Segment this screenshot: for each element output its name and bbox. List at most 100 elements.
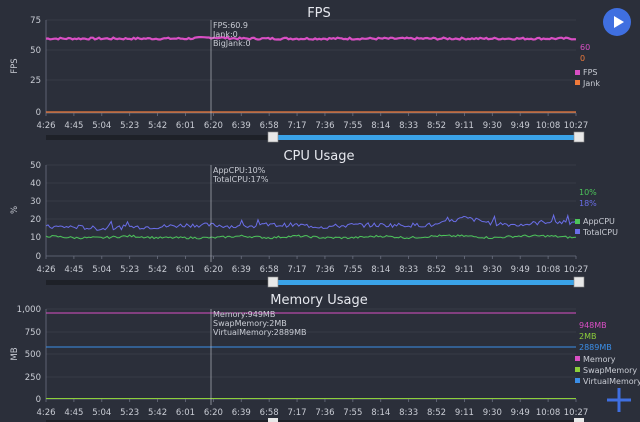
x-tick-label: 6:39 xyxy=(232,121,251,131)
memory-y-tick: 1,000 xyxy=(17,305,41,315)
x-tick-label: 10:08 xyxy=(536,121,561,131)
x-tick-label: 7:55 xyxy=(343,408,362,418)
x-tick-label: 7:17 xyxy=(288,121,307,131)
cpu-slider-handle-start[interactable] xyxy=(267,276,279,288)
x-tick-label: 7:36 xyxy=(315,408,334,418)
memory-slider-handle-start[interactable] xyxy=(268,418,278,422)
cpu-y-tick: 40 xyxy=(30,179,41,189)
x-tick-label: 10:08 xyxy=(536,265,561,275)
x-tick-label: 6:01 xyxy=(176,408,195,418)
x-tick-label: 5:23 xyxy=(120,121,139,131)
fps-tooltip-bigjank: BigJank:0 xyxy=(213,39,251,48)
cpu-slider-range[interactable] xyxy=(274,280,576,285)
x-tick-label: 6:58 xyxy=(260,265,279,275)
virtualmemory-current-value: 2889MB xyxy=(579,343,612,352)
cpu-y-tick: 30 xyxy=(30,197,41,207)
x-tick-label: 8:14 xyxy=(371,265,390,275)
memory-tooltip-swap: SwapMemory:2MB xyxy=(213,319,287,328)
x-tick-label: 6:58 xyxy=(260,121,279,131)
x-tick-label: 5:42 xyxy=(148,408,167,418)
x-tick-label: 5:23 xyxy=(120,408,139,418)
memory-y-tick: 750 xyxy=(25,328,41,338)
fps-tooltip-fps: FPS:60.9 xyxy=(213,21,248,30)
totalcpu-legend-swatch xyxy=(575,229,580,234)
fps-legend-label: FPS xyxy=(583,68,598,77)
x-tick-label: 9:11 xyxy=(455,265,474,275)
x-tick-label: 9:30 xyxy=(483,121,502,131)
x-tick-label: 9:11 xyxy=(455,408,474,418)
memory-tooltip-memory: Memory:949MB xyxy=(213,310,275,319)
x-tick-label: 4:26 xyxy=(36,121,55,131)
x-tick-label: 4:26 xyxy=(36,408,55,418)
x-tick-label: 4:45 xyxy=(64,265,83,275)
x-tick-label: 9:49 xyxy=(511,265,530,275)
dashboard-background xyxy=(0,0,640,422)
totalcpu-current-value: 18% xyxy=(579,199,597,208)
fps-y-tick: 0 xyxy=(36,108,41,118)
memory-slider-handle-end[interactable] xyxy=(574,418,584,422)
cpu-y-tick: 50 xyxy=(30,161,41,171)
x-tick-label: 5:04 xyxy=(92,265,111,275)
fps-slider-handle-end[interactable] xyxy=(573,131,585,143)
fps-y-tick: 25 xyxy=(30,76,41,86)
x-tick-label: 6:20 xyxy=(204,408,223,418)
fps-y-axis-label: FPS xyxy=(10,58,20,73)
x-tick-label: 10:27 xyxy=(564,408,589,418)
memory-y-tick: 250 xyxy=(25,373,41,383)
swapmemory-legend-label: SwapMemory xyxy=(583,366,637,375)
x-tick-label: 4:45 xyxy=(64,408,83,418)
x-tick-label: 7:36 xyxy=(315,121,334,131)
x-tick-label: 8:14 xyxy=(371,408,390,418)
x-tick-label: 10:08 xyxy=(536,408,561,418)
play-icon xyxy=(614,16,624,28)
jank-current-value: 0 xyxy=(580,54,585,63)
x-tick-label: 7:17 xyxy=(288,408,307,418)
x-tick-label: 8:52 xyxy=(427,121,446,131)
add-button[interactable] xyxy=(604,385,634,415)
swapmemory-current-value: 2MB xyxy=(579,332,596,341)
x-tick-label: 5:23 xyxy=(120,265,139,275)
x-tick-label: 4:26 xyxy=(36,265,55,275)
fps-slider-handle-start[interactable] xyxy=(267,131,279,143)
cpu-tooltip: AppCPU:10% TotalCPU:17% xyxy=(212,166,269,184)
memory-legend-swatch xyxy=(575,356,580,361)
x-tick-label: 7:36 xyxy=(315,265,334,275)
jank-legend-swatch xyxy=(575,80,580,85)
memory-tooltip-virtual: VirtualMemory:2889MB xyxy=(213,328,307,337)
x-tick-label: 10:27 xyxy=(564,265,589,275)
cpu-chart-title: CPU Usage xyxy=(283,149,354,164)
x-tick-label: 9:11 xyxy=(455,121,474,131)
x-tick-label: 6:20 xyxy=(204,265,223,275)
x-tick-label: 6:01 xyxy=(176,121,195,131)
fps-y-tick: 50 xyxy=(30,46,41,56)
cpu-y-axis-label: % xyxy=(10,206,20,214)
memory-y-axis-label: MB xyxy=(10,347,20,360)
totalcpu-legend-label: TotalCPU xyxy=(582,228,618,237)
x-tick-label: 5:42 xyxy=(148,121,167,131)
plus-icon xyxy=(607,388,631,412)
x-tick-label: 7:17 xyxy=(288,265,307,275)
x-tick-label: 8:33 xyxy=(399,408,418,418)
x-tick-label: 8:33 xyxy=(399,121,418,131)
fps-slider-range[interactable] xyxy=(274,135,576,140)
memory-chart-title: Memory Usage xyxy=(270,293,368,308)
cpu-y-tick: 20 xyxy=(30,215,41,225)
memory-y-tick: 500 xyxy=(25,350,41,360)
x-tick-label: 9:49 xyxy=(511,408,530,418)
cpu-tooltip-total: TotalCPU:17% xyxy=(212,175,269,184)
appcpu-legend-swatch xyxy=(575,219,580,224)
play-button[interactable] xyxy=(603,8,631,36)
x-tick-label: 8:14 xyxy=(371,121,390,131)
memory-y-tick: 0 xyxy=(36,395,41,405)
x-tick-label: 6:20 xyxy=(204,121,223,131)
swapmemory-legend-swatch xyxy=(575,367,580,372)
fps-chart-title: FPS xyxy=(307,6,331,21)
fps-current-value: 60 xyxy=(580,43,590,52)
memory-current-value: 948MB xyxy=(579,321,607,330)
x-tick-label: 7:55 xyxy=(343,265,362,275)
x-tick-label: 7:55 xyxy=(343,121,362,131)
cpu-y-tick: 0 xyxy=(36,252,41,262)
cpu-slider-handle-end[interactable] xyxy=(573,276,585,288)
x-tick-label: 6:58 xyxy=(260,408,279,418)
x-tick-label: 6:01 xyxy=(176,265,195,275)
